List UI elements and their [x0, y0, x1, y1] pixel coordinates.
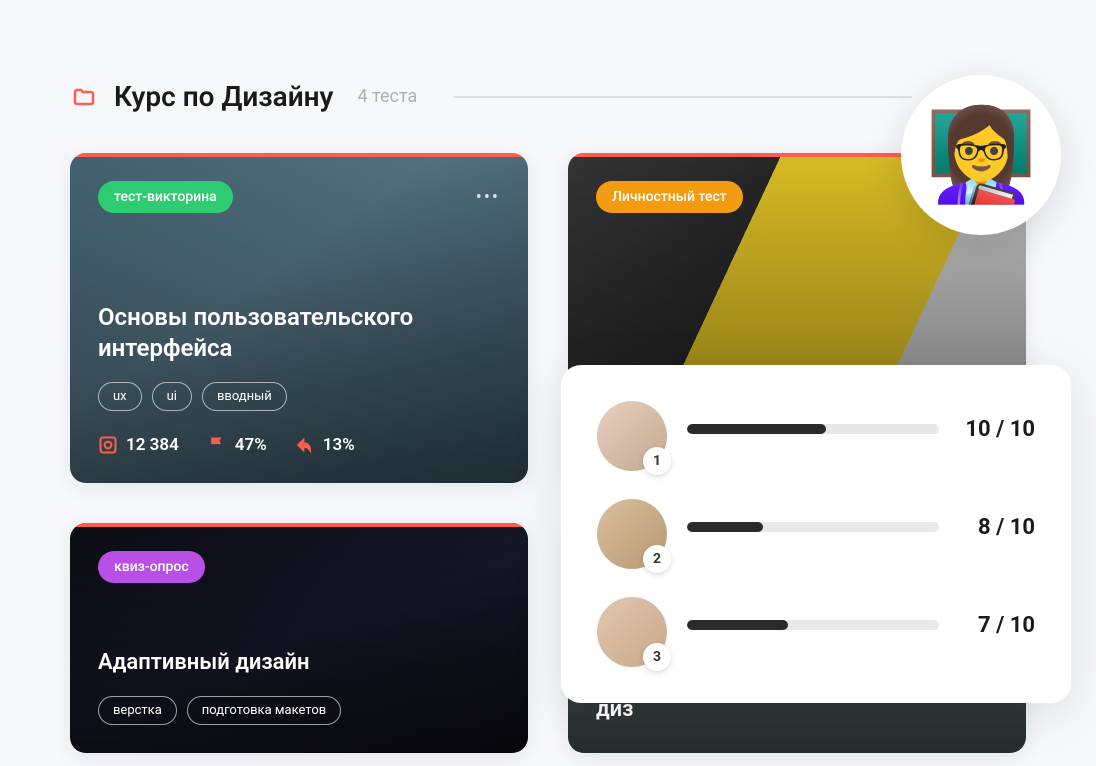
leaderboard-row[interactable]: 2 8 / 10: [597, 499, 1035, 569]
card-badge: тест-викторина: [98, 181, 233, 213]
page-header: Курс по Дизайну 4 теста •••: [70, 80, 1026, 113]
course-card[interactable]: тест-викторина ••• Основы пользовательск…: [70, 153, 528, 483]
folder-icon: [70, 85, 98, 109]
tag[interactable]: ui: [152, 382, 192, 411]
completion-rate: 47%: [235, 435, 267, 455]
user-avatar[interactable]: 1: [597, 401, 667, 471]
card-tags: верстка подготовка макетов: [98, 696, 500, 725]
card-title: Основы пользовательского интерфейса: [98, 302, 500, 364]
tag[interactable]: ux: [98, 382, 142, 411]
test-count: 4 теста: [357, 86, 417, 107]
tag[interactable]: вводный: [202, 382, 287, 411]
tag[interactable]: верстка: [98, 696, 177, 725]
score-label: 10 / 10: [955, 417, 1035, 442]
score-label: 8 / 10: [955, 515, 1035, 540]
views-count: 12 384: [126, 435, 179, 455]
course-card[interactable]: квиз-опрос Адаптивный дизайн верстка под…: [70, 523, 528, 753]
header-divider: [453, 96, 911, 98]
rank-badge: 2: [643, 545, 671, 573]
progress-bar: [687, 522, 939, 532]
leaderboard-row[interactable]: 3 7 / 10: [597, 597, 1035, 667]
user-avatar[interactable]: 3: [597, 597, 667, 667]
share-rate: 13%: [323, 435, 355, 455]
rank-badge: 3: [643, 643, 671, 671]
card-title: Адаптивный дизайн: [98, 649, 500, 678]
score-label: 7 / 10: [955, 613, 1035, 638]
card-badge: Личностный тест: [596, 181, 743, 213]
page-title: Курс по Дизайну: [114, 80, 333, 113]
flag-icon: [207, 435, 227, 455]
rank-badge: 1: [643, 447, 671, 475]
card-tags: ux ui вводный: [98, 382, 500, 411]
progress-bar: [687, 620, 939, 630]
share-icon: [295, 435, 315, 455]
teacher-avatar[interactable]: 👩‍🏫: [901, 75, 1061, 235]
tag[interactable]: подготовка макетов: [187, 696, 341, 725]
progress-bar: [687, 424, 939, 434]
card-stats: 12 384 47% 13%: [98, 435, 500, 455]
card-badge: квиз-опрос: [98, 551, 205, 583]
user-avatar[interactable]: 2: [597, 499, 667, 569]
card-more-menu[interactable]: •••: [476, 187, 500, 208]
leaderboard-panel: 1 10 / 10 2 8 / 10 3: [561, 365, 1071, 703]
teacher-emoji: 👩‍🏫: [925, 103, 1037, 208]
leaderboard-row[interactable]: 1 10 / 10: [597, 401, 1035, 471]
views-icon: [98, 435, 118, 455]
